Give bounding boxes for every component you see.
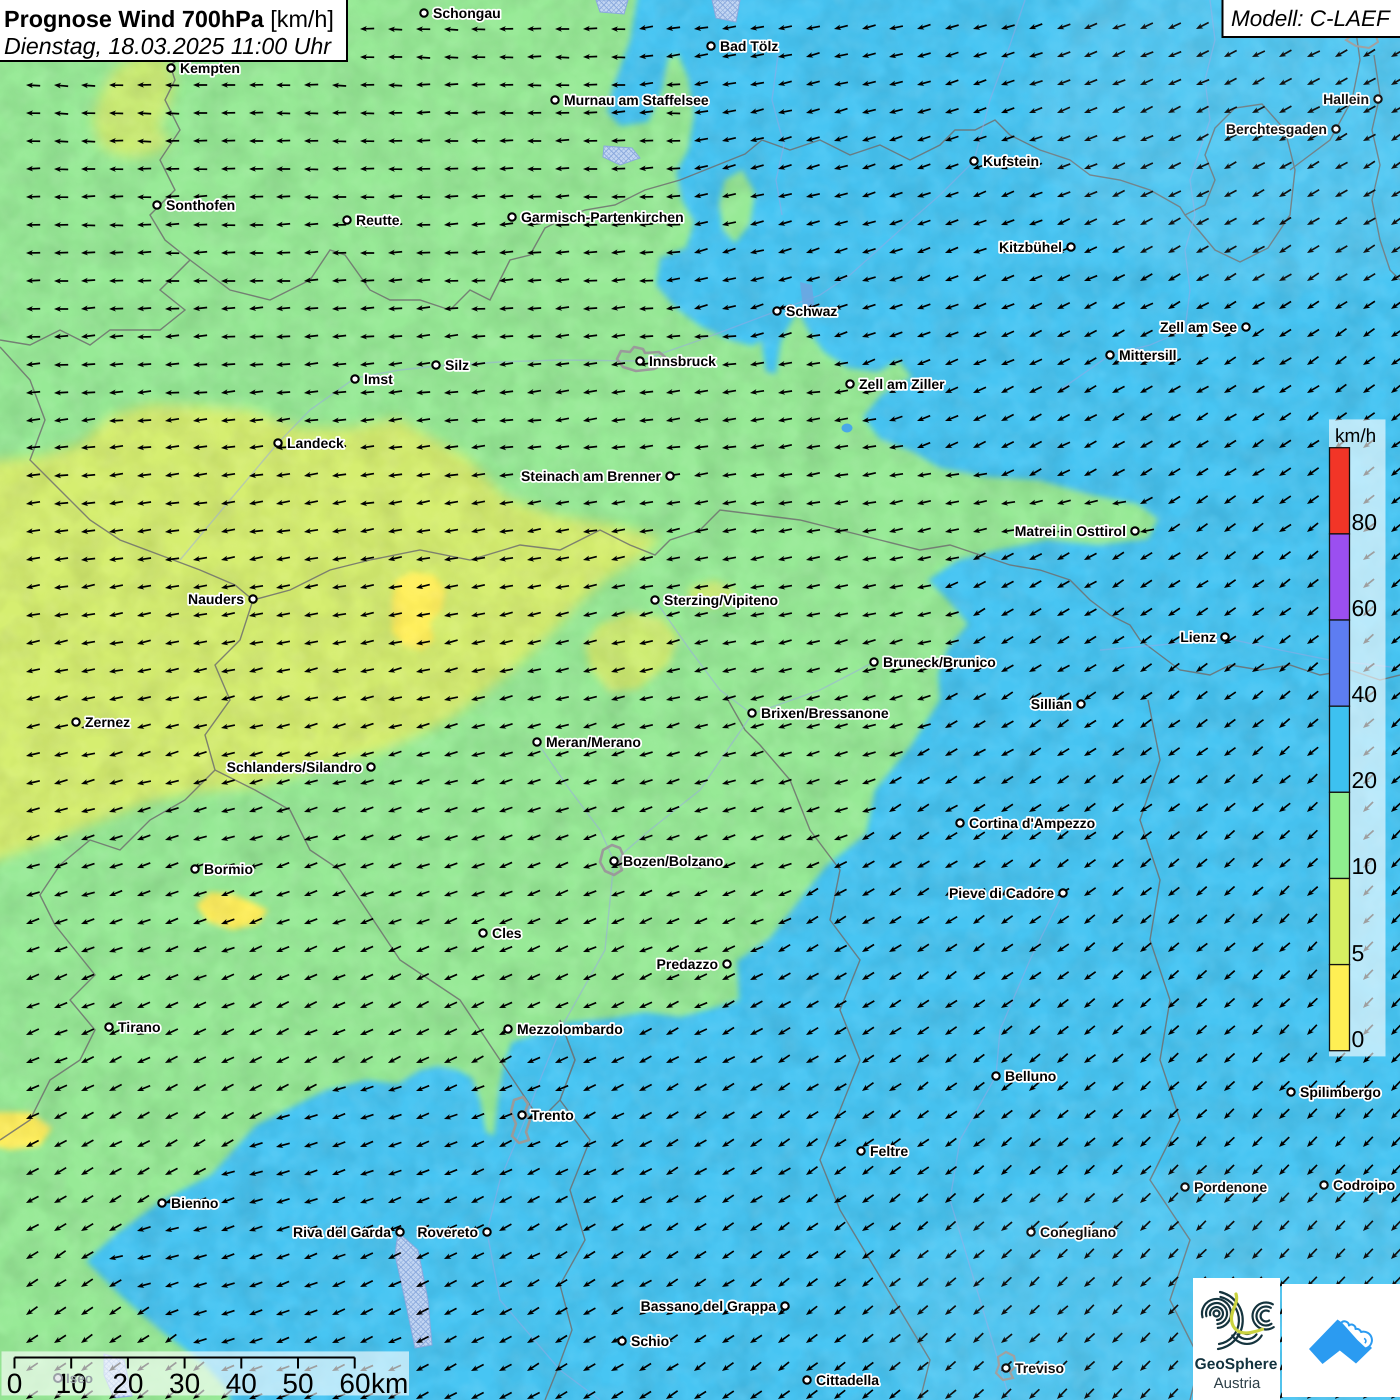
svg-text:Trento: Trento <box>531 1107 574 1123</box>
svg-text:Bormio: Bormio <box>204 861 253 877</box>
svg-text:Cles: Cles <box>492 925 522 941</box>
svg-text:Spilimbergo: Spilimbergo <box>1300 1084 1381 1100</box>
svg-text:Brixen/Bressanone: Brixen/Bressanone <box>761 705 889 721</box>
svg-text:Bozen/Bolzano: Bozen/Bolzano <box>623 853 723 869</box>
svg-text:Dienstag, 18.03.2025 11:00 Uhr: Dienstag, 18.03.2025 11:00 Uhr <box>4 33 332 59</box>
svg-text:Matrei in Osttirol: Matrei in Osttirol <box>1015 523 1126 539</box>
svg-text:40: 40 <box>226 1368 257 1399</box>
svg-text:Riva del Garda: Riva del Garda <box>293 1224 391 1240</box>
svg-text:Mezzolombardo: Mezzolombardo <box>517 1021 623 1037</box>
svg-text:30: 30 <box>169 1368 200 1399</box>
svg-text:Garmisch-Partenkirchen: Garmisch-Partenkirchen <box>521 209 684 225</box>
svg-text:Schongau: Schongau <box>433 5 501 21</box>
svg-text:Zernez: Zernez <box>85 714 130 730</box>
svg-text:40: 40 <box>1352 681 1378 707</box>
svg-text:Schlanders/Silandro: Schlanders/Silandro <box>227 759 362 775</box>
svg-text:Reutte: Reutte <box>356 212 400 228</box>
svg-text:Steinach am Brenner: Steinach am Brenner <box>521 468 662 484</box>
svg-text:Sonthofen: Sonthofen <box>166 197 235 213</box>
svg-text:Feltre: Feltre <box>870 1143 908 1159</box>
svg-text:Prognose Wind 700hPa [km/h]: Prognose Wind 700hPa [km/h] <box>4 6 334 32</box>
svg-text:Landeck: Landeck <box>287 435 344 451</box>
svg-text:GeoSphere: GeoSphere <box>1195 1356 1278 1373</box>
svg-text:20: 20 <box>1352 767 1378 793</box>
svg-text:0: 0 <box>7 1368 23 1399</box>
svg-text:km: km <box>371 1368 408 1399</box>
svg-text:Kempten: Kempten <box>180 60 240 76</box>
svg-text:50: 50 <box>282 1368 313 1399</box>
svg-text:Lienz: Lienz <box>1180 629 1216 645</box>
svg-text:Nauders: Nauders <box>188 591 244 607</box>
svg-text:Murnau am Staffelsee: Murnau am Staffelsee <box>564 92 709 108</box>
svg-text:Bassano del Grappa: Bassano del Grappa <box>641 1298 777 1314</box>
svg-text:Belluno: Belluno <box>1005 1068 1056 1084</box>
svg-text:Austria: Austria <box>1214 1375 1261 1392</box>
svg-text:Modell: C-LAEF: Modell: C-LAEF <box>1231 6 1391 31</box>
svg-text:Schio: Schio <box>631 1333 669 1349</box>
svg-text:Sillian: Sillian <box>1031 696 1072 712</box>
svg-text:Predazzo: Predazzo <box>657 956 718 972</box>
svg-text:Zell am See: Zell am See <box>1160 319 1237 335</box>
svg-text:Cortina d'Ampezzo: Cortina d'Ampezzo <box>969 815 1095 831</box>
svg-text:Sterzing/Vipiteno: Sterzing/Vipiteno <box>664 592 778 608</box>
svg-text:Bienno: Bienno <box>171 1195 218 1211</box>
svg-text:Pieve di Cadore: Pieve di Cadore <box>949 885 1054 901</box>
svg-text:Tirano: Tirano <box>118 1019 161 1035</box>
svg-text:0: 0 <box>1352 1026 1365 1052</box>
svg-text:Bruneck/Brunico: Bruneck/Brunico <box>883 654 996 670</box>
svg-text:Kitzbühel: Kitzbühel <box>999 239 1062 255</box>
svg-text:20: 20 <box>112 1368 143 1399</box>
svg-text:Bad Tölz: Bad Tölz <box>720 38 778 54</box>
svg-text:Iseo: Iseo <box>66 1371 93 1386</box>
svg-text:Rovereto: Rovereto <box>417 1224 478 1240</box>
svg-text:Meran/Merano: Meran/Merano <box>546 734 641 750</box>
svg-text:Cittadella: Cittadella <box>816 1372 879 1388</box>
svg-text:60: 60 <box>339 1368 370 1399</box>
svg-text:Innsbruck: Innsbruck <box>649 353 716 369</box>
svg-text:Silz: Silz <box>445 357 469 373</box>
svg-text:Mittersill: Mittersill <box>1119 347 1177 363</box>
svg-text:80: 80 <box>1352 509 1378 535</box>
svg-text:10: 10 <box>1352 853 1378 879</box>
svg-text:Imst: Imst <box>364 371 393 387</box>
svg-text:Zell am Ziller: Zell am Ziller <box>859 376 945 392</box>
svg-text:5: 5 <box>1352 940 1365 966</box>
svg-text:Schwaz: Schwaz <box>786 303 837 319</box>
svg-text:60: 60 <box>1352 595 1378 621</box>
svg-text:Kufstein: Kufstein <box>983 153 1039 169</box>
svg-text:km/h: km/h <box>1335 426 1376 447</box>
